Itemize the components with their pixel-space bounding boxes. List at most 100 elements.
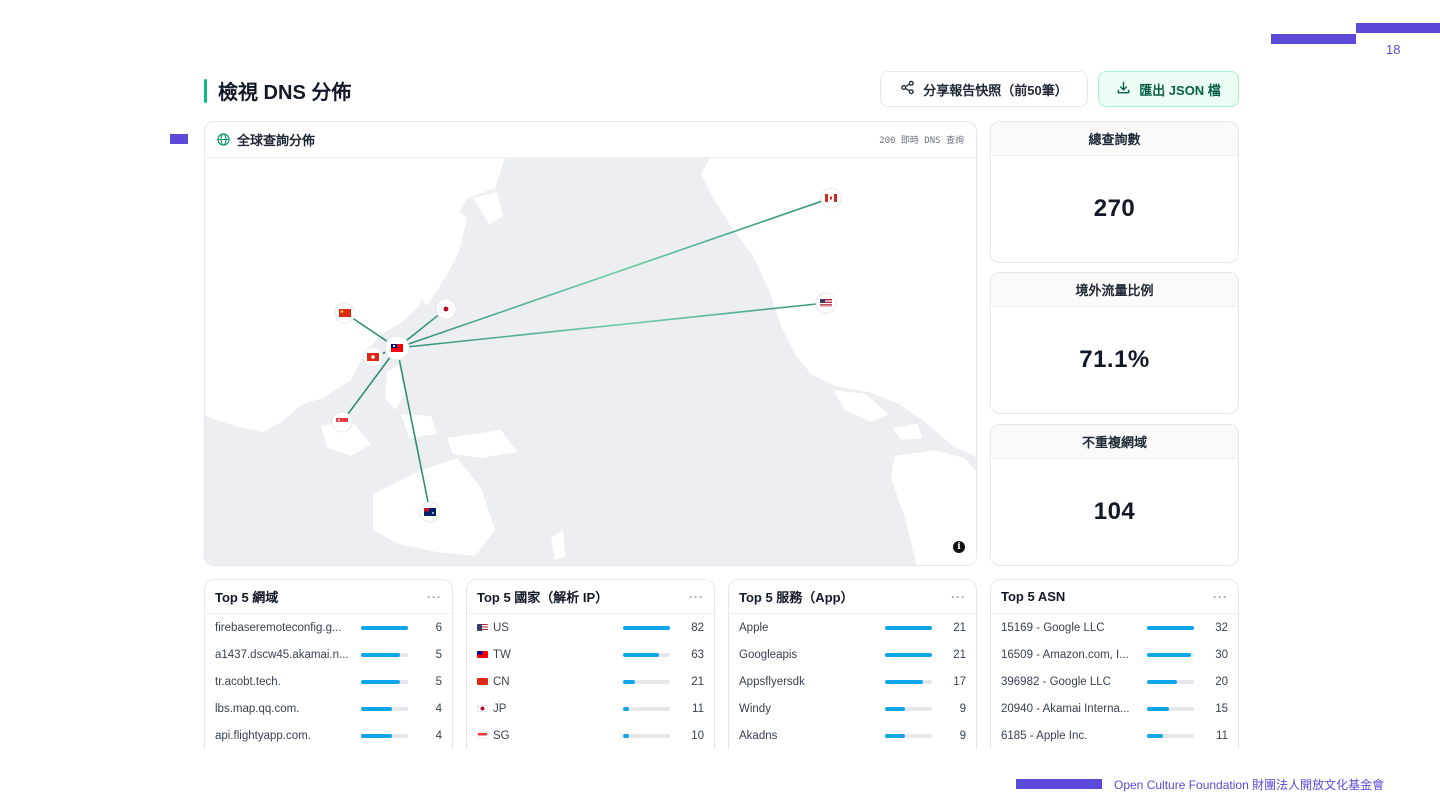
proportion-bar bbox=[1147, 733, 1194, 738]
proportion-bar bbox=[623, 706, 670, 711]
list-item-count: 15 bbox=[1215, 702, 1228, 715]
map-marker-ca[interactable] bbox=[820, 187, 842, 209]
proportion-bar bbox=[623, 733, 670, 738]
list-item[interactable]: lbs.map.qq.com. 4 bbox=[205, 695, 452, 722]
list-item-label: a1437.dscw45.akamai.n... bbox=[215, 648, 349, 661]
list-item-count: 20 bbox=[1215, 675, 1228, 688]
list-item-label: 396982 - Google LLC bbox=[1001, 675, 1111, 688]
list-item-count: 9 bbox=[959, 702, 966, 715]
list-item[interactable]: Apple 21 bbox=[729, 614, 976, 641]
card-header: Top 5 網域 ··· bbox=[205, 580, 452, 614]
proportion-bar-fill bbox=[1147, 625, 1194, 630]
list-item-label-wrap: 396982 - Google LLC bbox=[1001, 676, 1135, 688]
list-item[interactable]: Googleapis 21 bbox=[729, 641, 976, 668]
proportion-bar bbox=[885, 706, 932, 711]
foreign-traffic-ratio-card: 境外流量比例 71.1% bbox=[990, 272, 1239, 414]
list-item-label-wrap: Apple bbox=[739, 622, 873, 634]
stat-label: 境外流量比例 bbox=[991, 273, 1238, 307]
list-item-label: 15169 - Google LLC bbox=[1001, 621, 1105, 634]
proportion-bar bbox=[885, 679, 932, 684]
map-marker-au[interactable] bbox=[419, 501, 441, 523]
stat-label: 不重複網域 bbox=[991, 425, 1238, 459]
list-item-label-wrap: SG bbox=[477, 730, 611, 742]
proportion-bar-fill bbox=[361, 733, 393, 738]
list-item-label: CN bbox=[493, 675, 510, 688]
proportion-bar-fill bbox=[361, 679, 400, 684]
list-item-count: 32 bbox=[1215, 621, 1228, 634]
list-item-count: 21 bbox=[691, 675, 704, 688]
list-item-label-wrap: Appsflyersdk bbox=[739, 676, 873, 688]
map-marker-tw[interactable] bbox=[384, 335, 410, 361]
list-item[interactable]: tr.acobt.tech. 5 bbox=[205, 668, 452, 695]
total-queries-card: 總查詢數 270 bbox=[990, 121, 1239, 263]
globe-icon bbox=[217, 133, 230, 146]
list-item-count: 4 bbox=[435, 729, 442, 742]
proportion-bar bbox=[1147, 706, 1194, 711]
list-item[interactable]: firebaseremoteconfig.g... 6 bbox=[205, 614, 452, 641]
list-item[interactable]: 396982 - Google LLC 20 bbox=[991, 668, 1238, 695]
export-json-button[interactable]: 匯出 JSON 檔 bbox=[1098, 71, 1239, 107]
top5-countries-card: Top 5 國家（解析 IP） ··· US 82 TW 63 CN 21 JP 11 SG 10 bbox=[466, 579, 715, 749]
proportion-bar-fill bbox=[1147, 679, 1177, 684]
list-item-count: 11 bbox=[1216, 729, 1228, 742]
proportion-bar bbox=[623, 625, 670, 630]
world-map[interactable]: i bbox=[205, 158, 976, 565]
sg-flag-icon bbox=[477, 732, 488, 739]
proportion-bar-fill bbox=[623, 733, 629, 738]
card-header: Top 5 服務（App） ··· bbox=[729, 580, 976, 614]
proportion-bar-fill bbox=[361, 652, 400, 657]
map-marker-us[interactable] bbox=[815, 292, 837, 314]
more-options-icon[interactable]: ··· bbox=[1213, 590, 1228, 604]
list-item[interactable]: JP 11 bbox=[467, 695, 714, 722]
proportion-bar bbox=[361, 652, 408, 657]
map-marker-sg[interactable] bbox=[331, 411, 353, 433]
more-options-icon[interactable]: ··· bbox=[951, 590, 966, 604]
slide-decoration-bar bbox=[1356, 23, 1440, 33]
list-item-count: 4 bbox=[435, 702, 442, 715]
proportion-bar-fill bbox=[1147, 733, 1163, 738]
list-item[interactable]: Windy 9 bbox=[729, 695, 976, 722]
proportion-bar bbox=[623, 652, 670, 657]
stat-value: 71.1% bbox=[1079, 346, 1150, 373]
list-item-label: Appsflyersdk bbox=[739, 675, 805, 688]
jp-flag-icon bbox=[477, 705, 488, 712]
proportion-bar bbox=[885, 733, 932, 738]
list-item-label-wrap: tr.acobt.tech. bbox=[215, 676, 349, 688]
list-item-label-wrap: firebaseremoteconfig.g... bbox=[215, 622, 349, 634]
proportion-bar bbox=[1147, 652, 1194, 657]
list-item-count: 9 bbox=[959, 729, 966, 742]
list-item[interactable]: 15169 - Google LLC 32 bbox=[991, 614, 1238, 641]
list-item[interactable]: CN 21 bbox=[467, 668, 714, 695]
list-item[interactable]: 6185 - Apple Inc. 11 bbox=[991, 722, 1238, 749]
title-accent bbox=[204, 78, 207, 103]
map-marker-hk[interactable] bbox=[362, 346, 384, 368]
slide-decoration-bar bbox=[1271, 34, 1356, 44]
list-item[interactable]: 20940 - Akamai Interna... 15 bbox=[991, 695, 1238, 722]
proportion-bar-fill bbox=[623, 706, 630, 711]
list-item[interactable]: Appsflyersdk 17 bbox=[729, 668, 976, 695]
map-marker-jp[interactable] bbox=[435, 298, 457, 320]
list-item[interactable]: 16509 - Amazon.com, I... 30 bbox=[991, 641, 1238, 668]
page-number: 18 bbox=[1386, 42, 1401, 57]
share-icon bbox=[900, 80, 915, 98]
list-item[interactable]: api.flightyapp.com. 4 bbox=[205, 722, 452, 749]
list-item[interactable]: Akadns 9 bbox=[729, 722, 976, 749]
list-item[interactable]: a1437.dscw45.akamai.n... 5 bbox=[205, 641, 452, 668]
list-item-label: 20940 - Akamai Interna... bbox=[1001, 702, 1130, 715]
list-item[interactable]: TW 63 bbox=[467, 641, 714, 668]
list-item[interactable]: US 82 bbox=[467, 614, 714, 641]
map-marker-cn[interactable] bbox=[334, 302, 356, 324]
list-item-count: 82 bbox=[691, 621, 704, 634]
cn-flag-icon bbox=[477, 678, 488, 685]
list-item-label: Googleapis bbox=[739, 648, 798, 661]
list-item[interactable]: SG 10 bbox=[467, 722, 714, 749]
map-attribution-info-icon[interactable]: i bbox=[953, 541, 965, 553]
list-item-count: 21 bbox=[953, 621, 966, 634]
share-snapshot-button[interactable]: 分享報告快照（前50筆） bbox=[880, 71, 1088, 107]
top5-services-card: Top 5 服務（App） ··· Apple 21 Googleapis 21 App… bbox=[728, 579, 977, 749]
more-options-icon[interactable]: ··· bbox=[427, 590, 442, 604]
list-item-count: 6 bbox=[435, 621, 442, 634]
world-map-canvas bbox=[205, 158, 976, 565]
list-item-count: 30 bbox=[1215, 648, 1228, 661]
more-options-icon[interactable]: ··· bbox=[689, 590, 704, 604]
